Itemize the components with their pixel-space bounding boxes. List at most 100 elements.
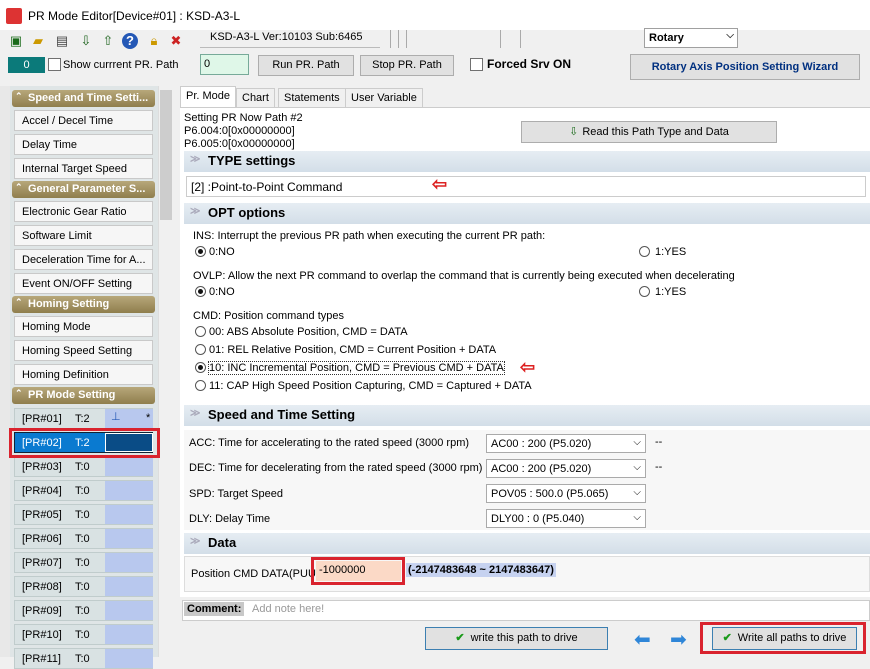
write-icon[interactable]: ⇧ <box>100 33 116 49</box>
ovlp-label: OVLP: Allow the next PR command to overl… <box>193 270 735 282</box>
read-icon[interactable]: ⇩ <box>78 33 94 49</box>
section-title: OPT options <box>208 205 286 220</box>
section-title: Speed and Time Setting <box>208 407 356 422</box>
comment-input[interactable]: Add note here! <box>250 602 868 619</box>
sidebar-item-delay[interactable]: Delay Time <box>14 134 153 155</box>
speed-section-header[interactable]: ≫ Speed and Time Setting <box>184 405 870 426</box>
acc-select[interactable]: AC00 : 200 (P5.020) ⌵ <box>486 434 646 453</box>
version-label: KSD-A3-L Ver:10103 Sub:6465 <box>200 30 380 48</box>
sidebar-header-speed[interactable]: ⌃ Speed and Time Setti... <box>12 90 155 107</box>
rotary-wizard-button[interactable]: Rotary Axis Position Setting Wizard <box>630 54 860 80</box>
pr-path-type: T:0 <box>75 485 90 497</box>
pr-path-type: T:0 <box>75 605 90 617</box>
position-cmd-input[interactable]: -1000000 <box>316 561 401 581</box>
sidebar-item-event[interactable]: Event ON/OFF Setting <box>14 273 153 294</box>
spd-select[interactable]: POV05 : 500.0 (P5.065) ⌵ <box>486 484 646 503</box>
ovlp-no-radio[interactable] <box>195 286 206 297</box>
mode-select-value: Rotary <box>649 32 684 44</box>
previous-arrow-icon[interactable]: ⬅ <box>634 627 651 652</box>
pr-path-item[interactable]: [PR#11] T:0 <box>14 648 153 669</box>
sidebar-header-label: PR Mode Setting <box>28 389 116 401</box>
opt-section-header[interactable]: ≫ OPT options <box>184 203 870 224</box>
pr-path-type: T:0 <box>75 653 90 665</box>
tab-statements[interactable]: Statements <box>278 88 346 107</box>
forced-srv-checkbox[interactable] <box>470 58 483 71</box>
pr-path-item[interactable]: [PR#08] T:0 <box>14 576 153 597</box>
pr-path-input[interactable]: 0 <box>200 54 249 75</box>
document-icon[interactable]: ▤ <box>54 33 70 49</box>
pr-path-item[interactable]: [PR#06] T:0 <box>14 528 153 549</box>
info-path: Setting PR Now Path #2 <box>184 112 303 124</box>
pr-path-item[interactable]: [PR#07] T:0 <box>14 552 153 573</box>
help-icon[interactable]: ? <box>122 33 138 49</box>
red-arrow-icon: ⇦ <box>432 174 448 194</box>
cmd-rel-radio[interactable] <box>195 344 206 355</box>
pr-path-indicator <box>105 481 153 500</box>
next-arrow-icon[interactable]: ➡ <box>670 627 687 652</box>
pr-path-indicator <box>105 577 153 596</box>
sidebar-header-homing[interactable]: ⌃ Homing Setting <box>12 296 155 313</box>
sidebar-item-software-limit[interactable]: Software Limit <box>14 225 153 246</box>
pr-path-type: T:0 <box>75 533 90 545</box>
pr-path-indicator <box>105 529 153 548</box>
sidebar-item-homing-speed[interactable]: Homing Speed Setting <box>14 340 153 361</box>
tab-chart[interactable]: Chart <box>236 88 275 107</box>
sidebar-item-accel[interactable]: Accel / Decel Time <box>14 110 153 131</box>
ins-yes-radio[interactable] <box>639 246 650 257</box>
stop-pr-path-button[interactable]: Stop PR. Path <box>360 55 454 76</box>
pr-path-item[interactable]: [PR#03] T:0 <box>14 456 153 477</box>
pr-path-type: T:0 <box>75 581 90 593</box>
pr-path-item[interactable]: [PR#01] T:2 ⊥ * <box>14 408 153 429</box>
pr-path-type: T:0 <box>75 509 90 521</box>
pr-path-label: [PR#06] <box>22 533 62 545</box>
title-bar: PR Mode Editor[Device#01] : KSD-A3-L <box>0 0 870 30</box>
ovlp-yes-radio[interactable] <box>639 286 650 297</box>
sidebar-header-general[interactable]: ⌃ General Parameter S... <box>12 181 155 198</box>
pr-path-label: [PR#07] <box>22 557 62 569</box>
read-path-button[interactable]: ⇩ Read this Path Type and Data <box>521 121 777 143</box>
spd-value: POV05 : 500.0 (P5.065) <box>491 488 609 500</box>
sidebar-item-homing-mode[interactable]: Homing Mode <box>14 316 153 337</box>
lock-icon[interactable]: 🔒︎ <box>146 33 162 49</box>
data-section-header[interactable]: ≫ Data <box>184 533 870 554</box>
chevron-down-icon: ⌵ <box>633 437 641 448</box>
sidebar-item-decel-time[interactable]: Deceleration Time for A... <box>14 249 153 270</box>
sidebar-item-internal-speed[interactable]: Internal Target Speed <box>14 158 153 179</box>
sidebar-item-gear-ratio[interactable]: Electronic Gear Ratio <box>14 201 153 222</box>
tab-user-variable[interactable]: User Variable <box>345 88 423 107</box>
mode-select[interactable]: Rotary ⌵ <box>644 28 738 48</box>
pr-path-type: T:2 <box>75 413 90 425</box>
write-path-button[interactable]: ✔ write this path to drive <box>425 627 608 650</box>
tab-pr-mode[interactable]: Pr. Mode <box>180 86 237 108</box>
collapse-icon: ≫ <box>190 408 201 419</box>
pr-path-item[interactable]: [PR#09] T:0 <box>14 600 153 621</box>
cmd-cap-radio[interactable] <box>195 380 206 391</box>
pr-path-item[interactable]: [PR#04] T:0 <box>14 480 153 501</box>
collapse-icon: ⌃ <box>15 91 23 101</box>
info-p6004: P6.004:0[0x00000000] <box>184 125 295 137</box>
disconnect-icon[interactable]: ✖ <box>168 33 184 49</box>
sidebar-item-homing-definition[interactable]: Homing Definition <box>14 364 153 385</box>
collapse-icon: ≫ <box>190 154 201 165</box>
run-pr-path-button[interactable]: Run PR. Path <box>258 55 354 76</box>
pr-path-item[interactable]: [PR#05] T:0 <box>14 504 153 525</box>
type-select[interactable]: [2] :Point-to-Point Command <box>186 176 866 197</box>
save-icon[interactable]: ▣ <box>8 33 24 49</box>
cmd-label: CMD: Position command types <box>193 310 344 322</box>
dly-select[interactable]: DLY00 : 0 (P5.040) ⌵ <box>486 509 646 528</box>
open-folder-icon[interactable]: ▰ <box>30 33 46 49</box>
scrollbar-thumb[interactable] <box>160 90 172 220</box>
type-section-header[interactable]: ≫ TYPE settings <box>184 151 870 172</box>
show-current-checkbox[interactable] <box>48 58 61 71</box>
dly-label: DLY: Delay Time <box>189 513 271 525</box>
dec-select[interactable]: AC00 : 200 (P5.020) ⌵ <box>486 459 646 478</box>
sidebar-header-pr-mode[interactable]: ⌃ PR Mode Setting <box>12 387 155 404</box>
separator <box>406 30 407 48</box>
write-all-paths-button[interactable]: ✔ Write all paths to drive <box>712 627 857 650</box>
sidebar-header-label: Speed and Time Setti... <box>28 92 149 104</box>
read-path-label: Read this Path Type and Data <box>582 126 729 138</box>
pr-path-item[interactable]: [PR#10] T:0 <box>14 624 153 645</box>
cmd-abs-radio[interactable] <box>195 326 206 337</box>
ins-no-radio[interactable] <box>195 246 206 257</box>
cmd-inc-radio[interactable] <box>195 362 206 373</box>
